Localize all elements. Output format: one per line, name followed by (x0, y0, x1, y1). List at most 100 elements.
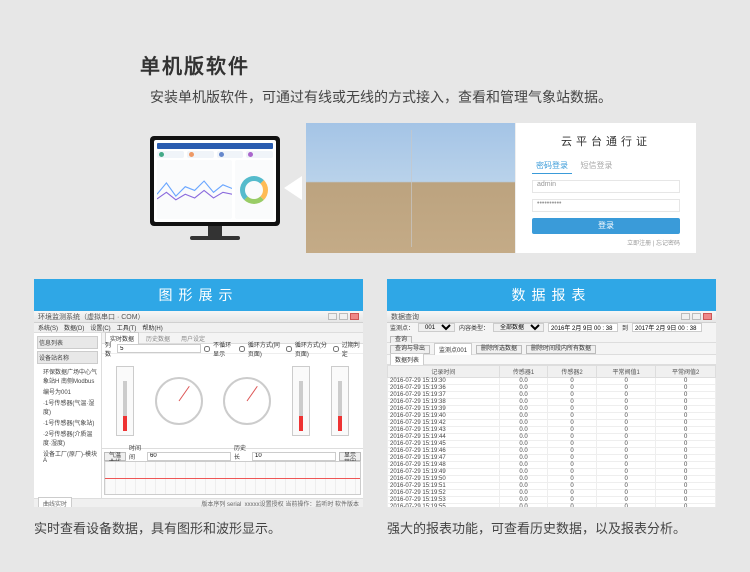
table-row[interactable]: 2016-07-29 15:19:380.0000 (388, 399, 716, 406)
table-row[interactable]: 2016-07-29 15:19:360.0000 (388, 385, 716, 392)
table-cell: 0 (656, 385, 716, 392)
tab-history[interactable]: 历史数据 (142, 333, 174, 344)
interval-input[interactable] (147, 452, 231, 461)
table-cell: 0.0 (499, 455, 548, 462)
table-row[interactable]: 2016-07-29 15:19:460.0000 (388, 448, 716, 455)
table-cell: 0 (548, 406, 597, 413)
table-header[interactable]: 传感器1 (499, 366, 548, 378)
table-cell: 0 (596, 392, 656, 399)
table-row[interactable]: 2016-07-29 15:19:490.0000 (388, 469, 716, 476)
table-cell: 0 (548, 497, 597, 504)
length-input[interactable] (252, 452, 336, 461)
minimize-icon[interactable] (681, 313, 690, 320)
maximize-icon[interactable] (692, 313, 701, 320)
maximize-icon[interactable] (339, 313, 348, 320)
tree-header: 设备站名称 (37, 351, 98, 364)
table-row[interactable]: 2016-07-29 15:19:430.0000 (388, 427, 716, 434)
table-row[interactable]: 2016-07-29 15:19:420.0000 (388, 420, 716, 427)
delete-button[interactable]: 删除所选数据 (476, 345, 522, 354)
table-row[interactable]: 2016-07-29 15:19:520.0000 (388, 490, 716, 497)
table-cell: 0 (596, 420, 656, 427)
tree-item[interactable]: 设备工厂(原厂)-模块A (37, 448, 98, 465)
login-tab-password[interactable]: 密码登录 (532, 158, 572, 174)
table-cell: 2016-07-29 15:19:55 (388, 504, 500, 508)
report-app-titlebar: 数据查询 (387, 311, 716, 323)
device-tree[interactable]: 信息列表 设备站名称 环保数据广场中心气象站H 南侧Modbus 编号为001 … (34, 333, 102, 498)
table-cell: 0 (596, 497, 656, 504)
table-cell: 0 (656, 476, 716, 483)
type-select[interactable]: 全部数据 (493, 323, 544, 332)
table-cell: 0.0 (499, 392, 548, 399)
opt-cycle2[interactable] (286, 346, 292, 352)
tree-item[interactable]: ·2号传感器(介质温度·湿度) (37, 428, 98, 448)
table-row[interactable]: 2016-07-29 15:19:300.0000 (388, 378, 716, 385)
table-cell: 0 (596, 399, 656, 406)
table-row[interactable]: 2016-07-29 15:19:390.0000 (388, 406, 716, 413)
table-row[interactable]: 2016-07-29 15:19:370.0000 (388, 392, 716, 399)
table-header[interactable]: 记录时间 (388, 366, 500, 378)
menu-data[interactable]: 数据(D) (64, 323, 84, 332)
report-app-title: 数据查询 (391, 312, 419, 322)
table-row[interactable]: 2016-07-29 15:19:470.0000 (388, 455, 716, 462)
menu-help[interactable]: 帮助(H) (142, 323, 162, 332)
wave-range-button[interactable]: 显示范围 (339, 452, 361, 461)
login-button[interactable]: 登录 (532, 218, 680, 234)
tree-title: 信息列表 (37, 336, 98, 349)
login-tab-sms[interactable]: 短信登录 (576, 158, 616, 173)
table-row[interactable]: 2016-07-29 15:19:480.0000 (388, 462, 716, 469)
station-select[interactable]: 001 (418, 323, 455, 332)
table-cell: 0.0 (499, 427, 548, 434)
table-row[interactable]: 2016-07-29 15:19:550.0000 (388, 504, 716, 508)
date-from-input[interactable] (548, 323, 618, 332)
table-cell: 0.0 (499, 504, 548, 508)
tree-item[interactable]: 环保数据广场中心气象站H 南侧Modbus (37, 366, 98, 386)
col-count-input[interactable] (117, 344, 201, 353)
table-cell: 0 (548, 462, 597, 469)
table-header[interactable]: 传感器2 (548, 366, 597, 378)
tab-user[interactable]: 用户设定 (177, 333, 209, 344)
table-cell: 2016-07-29 15:19:30 (388, 378, 500, 385)
username-input[interactable]: admin (532, 180, 680, 193)
report-table-wrap[interactable]: 记录时间传感器1传感器2平常阀值1平常阀值2 2016-07-29 15:19:… (387, 365, 716, 507)
login-links[interactable]: 立即注册 | 忘记密码 (532, 238, 680, 247)
date-to-input[interactable] (632, 323, 702, 332)
tree-item[interactable]: 编号为001 (37, 386, 98, 397)
tree-item[interactable]: ·1号传感器(气温·湿度) (37, 397, 98, 417)
close-icon[interactable] (350, 313, 359, 320)
graph-app-menubar[interactable]: 系统(S) 数据(D) 设置(C) 工具(T) 帮助(H) (34, 323, 363, 333)
table-row[interactable]: 2016-07-29 15:19:450.0000 (388, 441, 716, 448)
table-cell: 0 (548, 469, 597, 476)
table-row[interactable]: 2016-07-29 15:19:510.0000 (388, 483, 716, 490)
wave-channel-select[interactable]: 气温曲线 (104, 452, 126, 461)
wave-tab-realtime[interactable]: 曲线实时 (38, 497, 72, 508)
panel-report-caption: 强大的报表功能，可查看历史数据，以及报表分析。 (387, 507, 716, 539)
opt-over[interactable] (333, 346, 339, 352)
table-cell: 0.0 (499, 448, 548, 455)
login-photo (306, 123, 516, 253)
table-cell: 0.0 (499, 441, 548, 448)
close-icon[interactable] (703, 313, 712, 320)
menu-system[interactable]: 系统(S) (38, 323, 58, 332)
table-header[interactable]: 平常阀值1 (596, 366, 656, 378)
table-cell: 0.0 (499, 434, 548, 441)
delete-range-button[interactable]: 删除时间段内所有数据 (526, 345, 596, 354)
table-row[interactable]: 2016-07-29 15:19:440.0000 (388, 434, 716, 441)
minimize-icon[interactable] (328, 313, 337, 320)
opt-cycle1[interactable] (239, 346, 245, 352)
type-label: 内容类型： (459, 323, 489, 332)
opt-none[interactable] (204, 346, 210, 352)
table-cell: 0 (596, 448, 656, 455)
table-cell: 2016-07-29 15:19:49 (388, 469, 500, 476)
table-row[interactable]: 2016-07-29 15:19:400.0000 (388, 413, 716, 420)
table-cell: 0 (656, 441, 716, 448)
login-card: 云平台通行证 密码登录 短信登录 admin •••••••••• 登录 立即注… (306, 123, 696, 253)
dashboard-monitor-illustration (150, 136, 280, 226)
table-cell: 0.0 (499, 483, 548, 490)
tree-item[interactable]: ·1号传感器(气象站) (37, 417, 98, 428)
table-row[interactable]: 2016-07-29 15:19:500.0000 (388, 476, 716, 483)
table-cell: 0 (596, 427, 656, 434)
table-row[interactable]: 2016-07-29 15:19:530.0000 (388, 497, 716, 504)
table-header[interactable]: 平常阀值2 (656, 366, 716, 378)
password-input[interactable]: •••••••••• (532, 199, 680, 212)
table-cell: 0 (596, 490, 656, 497)
